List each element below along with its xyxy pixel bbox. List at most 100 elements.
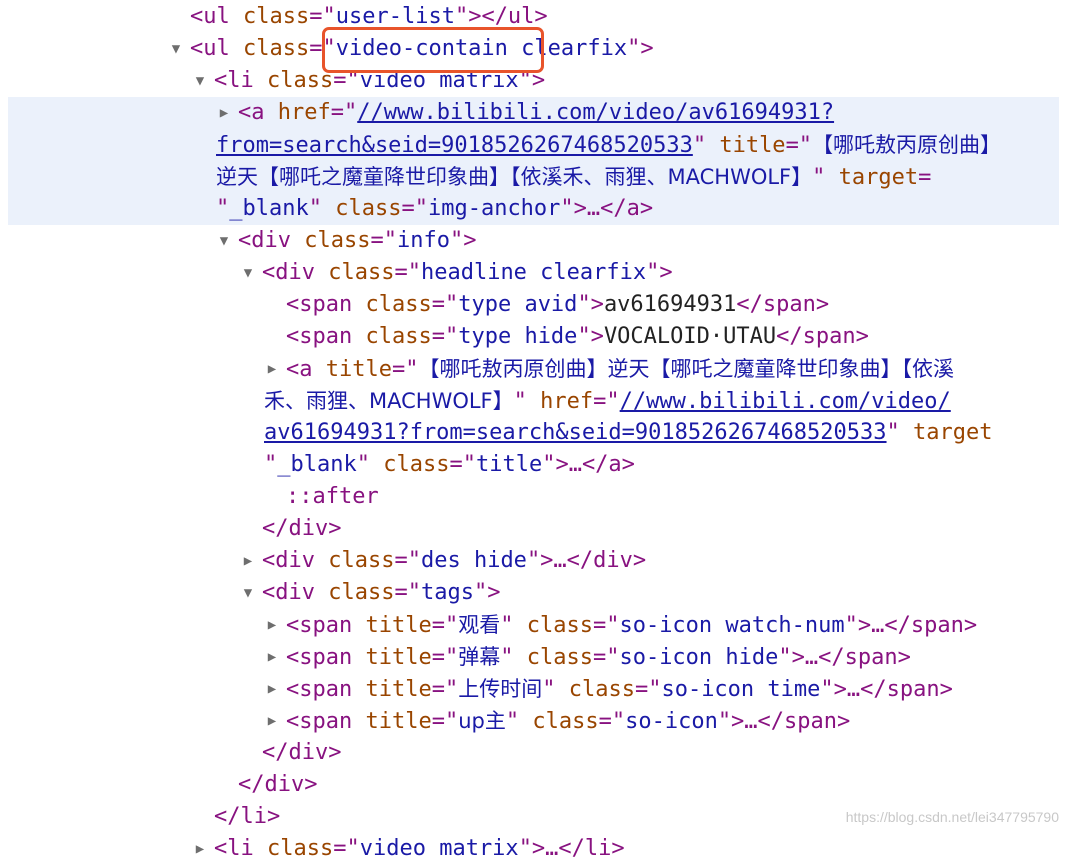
tag-token: " (505, 709, 520, 734)
tag-token: =" (431, 292, 459, 317)
tag-token: " (513, 389, 527, 414)
tag-token: <span (286, 613, 353, 638)
dom-node-row[interactable]: av61694931?from=search&seid=901852626746… (0, 417, 1069, 449)
attribute-value: 禾、雨狸、MACHWOLF】 (264, 389, 514, 413)
link-url[interactable]: //www.bilibili.com/video/av61694931? (357, 100, 834, 125)
tag-token: = (918, 165, 932, 190)
tag-token: "> (577, 292, 604, 317)
tag-token: " (812, 165, 826, 190)
node-markup: <div class="des hide">…</div> (262, 545, 646, 577)
dom-node-row[interactable]: ▶ <li class="video matrix">…</li> (0, 833, 1069, 865)
attribute-value: des hide (420, 548, 527, 573)
collapse-triangle-icon[interactable]: ▶ (240, 545, 256, 577)
tag-token: <div (262, 580, 315, 605)
attribute-name: class (304, 228, 371, 253)
dom-node-row[interactable]: from=search&seid=9018526267468520533" ti… (8, 129, 1059, 161)
collapse-triangle-icon[interactable]: ▶ (264, 609, 280, 641)
node-markup: </li> (214, 801, 280, 833)
dom-node-row[interactable]: ▶ <a href="//www.bilibili.com/video/av616… (8, 97, 1059, 129)
link-url[interactable]: //www.bilibili.com/video/ (620, 389, 951, 414)
dom-node-row[interactable]: ▶ <a title="【哪吒敖丙原创曲】逆天【哪吒之魔童降世印象曲】【依溪 (0, 353, 1069, 385)
dom-node-row[interactable]: ▶ <span title="up主" class="so-icon">…</sp… (0, 705, 1069, 737)
tag-token: "></ul> (454, 4, 548, 29)
tag-token: " (264, 452, 278, 477)
attribute-name: class (328, 548, 395, 573)
dom-node-row[interactable]: ▶ <div class="des hide">…</div> (0, 545, 1069, 577)
dom-node-row[interactable]: ▼ <div class="tags"> (0, 577, 1069, 609)
tag-token: =" (431, 709, 459, 734)
tag-token: <ul (190, 4, 230, 29)
node-markup: <span title="观看" class="so-icon watch-nu… (286, 609, 977, 642)
dom-node-row[interactable]: 禾、雨狸、MACHWOLF】" href="//www.bilibili.com… (0, 385, 1069, 417)
collapse-triangle-icon[interactable]: ▶ (264, 705, 280, 737)
attribute-name: title (365, 677, 432, 702)
dom-node-row[interactable]: </div> (0, 769, 1069, 801)
dom-node-row[interactable]: "_blank" class="title">…</a> (0, 449, 1069, 481)
dom-node-row[interactable]: <span class="type hide">VOCALOID·UTAU</s… (0, 321, 1069, 353)
dom-node-row[interactable]: ▼ <div class="info"> (0, 225, 1069, 257)
attribute-name: title (325, 357, 392, 382)
dom-node-row[interactable]: ▶ <span title="上传时间" class="so-icon time"… (0, 673, 1069, 705)
node-markup: "_blank" class="img-anchor">…</a> (216, 193, 653, 225)
tag-token: </div> (262, 740, 342, 765)
expand-triangle-icon[interactable]: ▼ (216, 225, 232, 257)
expand-triangle-icon[interactable]: ▼ (168, 33, 184, 65)
expand-triangle-icon[interactable]: ▼ (192, 65, 208, 97)
tag-token: <span (286, 709, 353, 734)
collapse-triangle-icon[interactable]: ▶ (216, 97, 232, 129)
tag-token: ">…</a> (560, 196, 654, 221)
link-url[interactable]: av61694931?from=search&seid=901852626746… (264, 420, 887, 445)
node-markup: from=search&seid=9018526267468520533" ti… (216, 129, 1001, 162)
collapse-triangle-icon[interactable]: ▶ (264, 353, 280, 385)
collapse-triangle-icon[interactable]: ▶ (264, 641, 280, 673)
collapse-triangle-icon[interactable]: ▶ (192, 833, 208, 865)
attribute-name: title (365, 709, 432, 734)
dom-node-row[interactable]: </div> (0, 737, 1069, 769)
link-url[interactable]: from=search&seid=9018526267468520533 (216, 133, 693, 158)
node-markup: <span title="up主" class="so-icon">…</spa… (286, 705, 850, 738)
dom-node-row[interactable]: ▶ <span title="观看" class="so-icon watch-n… (0, 609, 1069, 641)
dom-node-row[interactable]: </div> (0, 513, 1069, 545)
attribute-name: class (365, 292, 432, 317)
expand-triangle-icon[interactable]: ▼ (240, 257, 256, 289)
watermark: https://blog.csdn.net/lei347795790 (845, 809, 1059, 825)
node-markup: <span class="type hide">VOCALOID·UTAU</s… (286, 321, 869, 353)
tag-token: " (692, 133, 707, 158)
attribute-name: target (913, 420, 993, 445)
attribute-name: class (243, 36, 310, 61)
tag-token: </div> (238, 772, 318, 797)
dom-node-row[interactable]: "_blank" class="img-anchor">…</a> (8, 193, 1059, 225)
dom-node-row[interactable]: ▼ <div class="headline clearfix"> (0, 257, 1069, 289)
tag-token: <span (286, 645, 353, 670)
dom-tree-panel: <ul class="user-list"></ul> ▼ <ul class="v… (0, 0, 1069, 861)
tag-token: <span (286, 324, 353, 349)
attribute-value: 上传时间 (458, 677, 543, 701)
attribute-value: 弹幕 (458, 645, 501, 669)
node-markup: </div> (262, 737, 341, 769)
attribute-name: class (526, 613, 593, 638)
attribute-value: up主 (458, 709, 506, 733)
tag-token: =" (309, 4, 336, 29)
attribute-name: href (277, 100, 331, 125)
dom-node-row[interactable]: <span class="type avid">av61694931</span… (0, 289, 1069, 321)
dom-node-row[interactable]: ::after (0, 481, 1069, 513)
node-markup: av61694931?from=search&seid=901852626746… (264, 417, 993, 449)
tag-token: ">…</span> (820, 677, 953, 702)
tag-token: " (500, 613, 514, 638)
collapse-triangle-icon[interactable]: ▶ (264, 673, 280, 705)
dom-node-row[interactable]: ▶ <span title="弹幕" class="so-icon hide">…… (0, 641, 1069, 673)
expand-triangle-icon[interactable]: ▼ (240, 577, 256, 609)
attribute-value: so-icon watch-num (619, 613, 845, 638)
dom-node-row[interactable]: 逆天【哪吒之魔童降世印象曲】【依溪禾、雨狸、MACHWOLF】" target= (8, 161, 1059, 193)
